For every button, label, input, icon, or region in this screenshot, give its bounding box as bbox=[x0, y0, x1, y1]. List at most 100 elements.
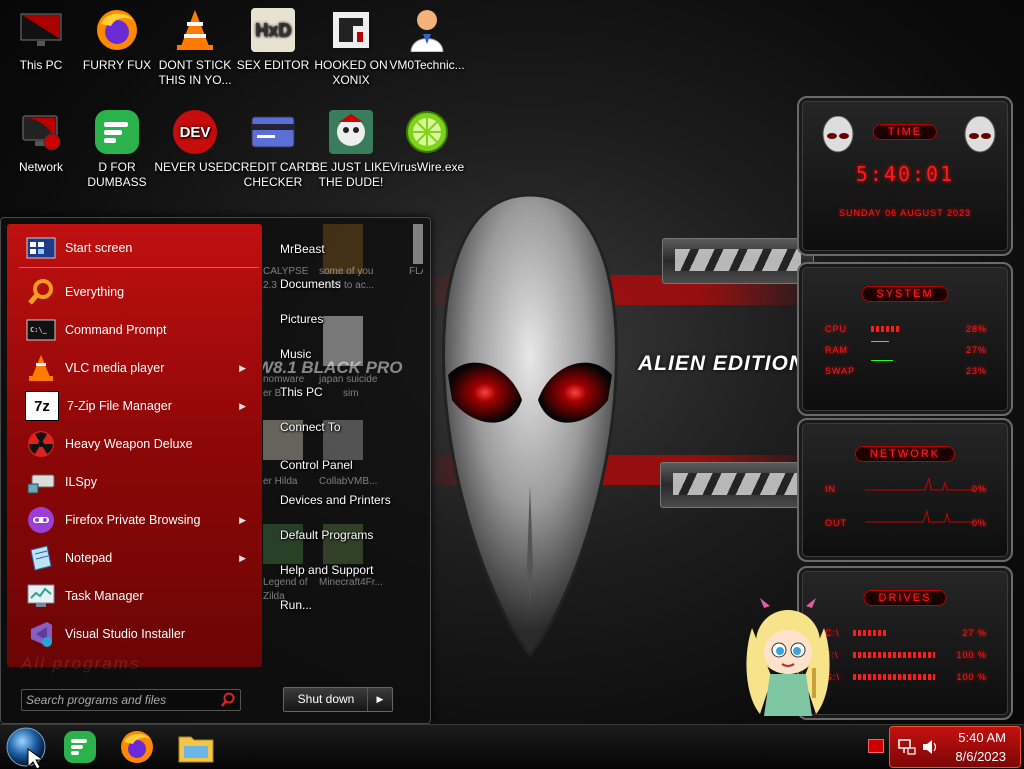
link-this-pc[interactable]: This PC bbox=[280, 385, 323, 399]
desktop-icon-hooked-on-xonix[interactable]: HOOKED ON XONIX bbox=[310, 8, 392, 88]
xonix-icon bbox=[329, 8, 373, 52]
lime-slice-icon bbox=[405, 110, 449, 154]
taskbar: 5:40 AM 8/6/2023 bbox=[0, 724, 1024, 769]
submenu-arrow-icon: ▶ bbox=[239, 362, 246, 373]
shutdown-label: Shut down bbox=[297, 692, 355, 706]
widget-title: TIME bbox=[872, 124, 938, 140]
menu-item-label: Command Prompt bbox=[65, 323, 167, 337]
desktop-icon-credit-card-checker[interactable]: CREDIT CARD CHECKER bbox=[232, 110, 314, 190]
desktop-icon-furry-fux[interactable]: FURRY FUX bbox=[76, 8, 158, 73]
start-screen-item[interactable]: Start screen bbox=[7, 230, 262, 266]
shutdown-options-arrow-icon[interactable]: ▶ bbox=[367, 688, 392, 711]
time-widget: TIME 5:40:01 SUNDAY 06 AUGUST 2023 bbox=[797, 96, 1013, 256]
cartoon-character-image bbox=[746, 598, 830, 716]
firefox-private-icon bbox=[25, 506, 57, 534]
desktop-icon-label: FURRY FUX bbox=[82, 58, 152, 72]
widget-title: SYSTEM bbox=[861, 286, 949, 302]
link-control-panel[interactable]: Control Panel bbox=[280, 458, 353, 472]
link-mrbeast[interactable]: MrBeast bbox=[280, 242, 325, 256]
volume-icon[interactable] bbox=[922, 739, 940, 755]
doctor-person-icon bbox=[405, 8, 449, 52]
desktop-icon-label: VM0Technic... bbox=[389, 58, 465, 72]
ghost-label: japan suicide bbox=[319, 374, 378, 385]
ghost-label: Legend of bbox=[263, 577, 308, 588]
ghost-label: nomware bbox=[263, 374, 305, 385]
link-devices-and-printers[interactable]: Devices and Printers bbox=[280, 493, 391, 507]
shutdown-button[interactable]: Shut down ▶ bbox=[283, 687, 393, 712]
menu-item-label: Start screen bbox=[65, 241, 133, 255]
program-visual-studio-installer[interactable]: Visual Studio Installer bbox=[7, 616, 262, 652]
ghost-label: CALYPSE bbox=[263, 266, 309, 277]
wallpaper-metal-bar bbox=[660, 462, 812, 508]
desktop-icon-this-pc[interactable]: This PC bbox=[0, 8, 82, 73]
program-7zip[interactable]: 7z 7-Zip File Manager ▶ bbox=[7, 388, 262, 424]
all-programs-link[interactable]: All programs bbox=[21, 654, 140, 674]
game-character-icon bbox=[329, 110, 373, 154]
hxd-icon: HxD bbox=[251, 8, 295, 52]
link-music[interactable]: Music bbox=[280, 347, 311, 361]
network-tray-icon[interactable] bbox=[898, 739, 916, 755]
firefox-icon[interactable] bbox=[120, 730, 154, 764]
desktop-icon-label: BE JUST LIKE THE DUDE! bbox=[311, 160, 391, 189]
program-vlc[interactable]: VLC media player ▶ bbox=[7, 350, 262, 386]
desktop-icon-dont-stick[interactable]: DONT STICK THIS IN YO... bbox=[154, 8, 236, 88]
menu-item-label: 7-Zip File Manager bbox=[67, 399, 172, 413]
desktop-icon-network[interactable]: Network bbox=[0, 110, 82, 175]
taskbar-clock-time[interactable]: 5:40 AM bbox=[958, 730, 1006, 745]
menu-separator bbox=[19, 267, 259, 268]
submenu-arrow-icon: ▶ bbox=[239, 514, 246, 525]
menu-item-label: Task Manager bbox=[65, 589, 144, 603]
link-pictures[interactable]: Pictures bbox=[280, 312, 323, 326]
credit-card-icon bbox=[251, 110, 295, 154]
programs-pane: Start screen Everything C:\_ Command Pro… bbox=[7, 224, 262, 667]
program-heavy-weapon[interactable]: Heavy Weapon Deluxe bbox=[7, 426, 262, 462]
taskbar-clock-date[interactable]: 8/6/2023 bbox=[955, 749, 1006, 764]
desktop-icon-label: SEX EDITOR bbox=[236, 58, 310, 72]
network-icon bbox=[19, 110, 63, 154]
widget-title: DRIVES bbox=[863, 590, 947, 606]
radiation-icon bbox=[25, 430, 57, 458]
search-input[interactable] bbox=[26, 692, 212, 707]
link-default-programs[interactable]: Default Programs bbox=[280, 528, 373, 542]
link-help-and-support[interactable]: Help and Support bbox=[280, 563, 373, 577]
visual-studio-icon bbox=[25, 620, 57, 648]
widget-date: SUNDAY 06 AUGUST 2023 bbox=[838, 208, 972, 218]
desktop-icon-be-just-like-the-dude[interactable]: BE JUST LIKE THE DUDE! bbox=[310, 110, 392, 190]
program-notepad[interactable]: Notepad ▶ bbox=[7, 540, 262, 576]
desktop-icon-vm0technic[interactable]: VM0Technic... bbox=[386, 8, 468, 73]
file-explorer-icon[interactable] bbox=[178, 731, 214, 763]
desktop-icon-label: Network bbox=[18, 160, 63, 174]
7zip-icon: 7z bbox=[25, 391, 59, 421]
ghost-label: FLASH ! bbox=[409, 266, 423, 277]
show-hidden-icons-icon[interactable] bbox=[868, 739, 884, 753]
link-connect-to[interactable]: Connect To bbox=[280, 420, 341, 434]
desktop-icon-viruswire[interactable]: VirusWire.exe bbox=[386, 110, 468, 175]
program-ilspy[interactable]: ILSpy bbox=[7, 464, 262, 500]
desktop-icon-label: HOOKED ON XONIX bbox=[314, 58, 388, 87]
search-icon[interactable] bbox=[220, 692, 236, 708]
program-command-prompt[interactable]: C:\_ Command Prompt bbox=[7, 312, 262, 348]
notepad-icon bbox=[25, 544, 57, 572]
program-task-manager[interactable]: Task Manager bbox=[7, 578, 262, 614]
ghost-label: sim bbox=[343, 388, 359, 399]
program-everything[interactable]: Everything bbox=[7, 274, 262, 310]
cpu-usage-bar bbox=[871, 326, 899, 332]
ilspy-icon bbox=[25, 468, 57, 496]
drive-usage-bar bbox=[853, 630, 888, 636]
desktop-icon-d-for-dumbass[interactable]: D FOR DUMBASS bbox=[76, 110, 158, 190]
ghost-label: CollabVMB... bbox=[319, 476, 378, 487]
link-run[interactable]: Run... bbox=[280, 598, 312, 612]
program-firefox-private[interactable]: Firefox Private Browsing ▶ bbox=[7, 502, 262, 538]
submenu-arrow-icon: ▶ bbox=[239, 400, 246, 411]
search-box[interactable] bbox=[21, 689, 241, 711]
feedly-icon[interactable] bbox=[64, 731, 96, 763]
start-menu-links-pane: CALYPSE some of you FLASH ! 2.3 need to … bbox=[263, 224, 423, 654]
ghost-label: some of you bbox=[319, 266, 374, 277]
task-manager-icon bbox=[25, 582, 57, 610]
desktop-icon-sex-editor[interactable]: HxD SEX EDITOR bbox=[232, 8, 314, 73]
desktop-icon-never-used[interactable]: DEV NEVER USED! bbox=[154, 110, 236, 175]
monitor-icon bbox=[19, 8, 63, 52]
drive-usage-bar bbox=[853, 674, 935, 680]
link-documents[interactable]: Documents bbox=[280, 277, 341, 291]
start-orb-icon[interactable] bbox=[4, 725, 54, 769]
